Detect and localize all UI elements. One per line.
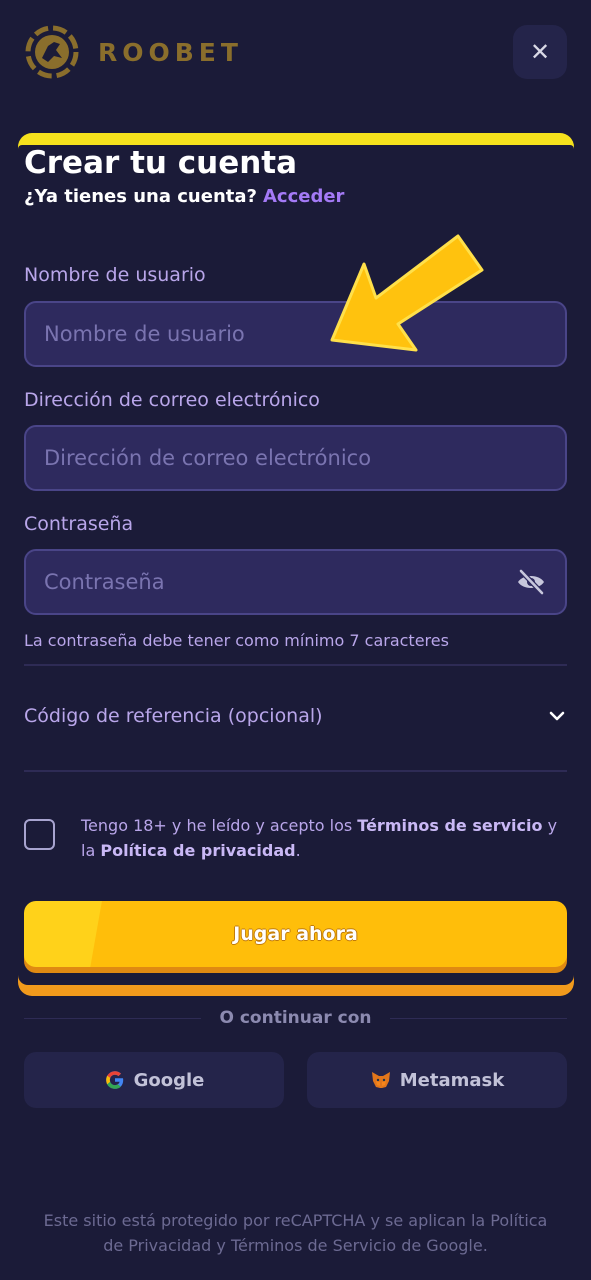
login-prompt: ¿Ya tienes una cuenta? Acceder (24, 186, 344, 207)
terms-text: Tengo 18+ y he leído y acepto los Términ… (81, 813, 567, 863)
login-link[interactable]: Acceder (263, 186, 344, 207)
email-input[interactable] (44, 446, 547, 470)
referral-code-label: Código de referencia (opcional) (24, 705, 323, 727)
password-input[interactable] (44, 570, 515, 594)
eye-off-icon[interactable] (515, 566, 547, 598)
password-hint: La contraseña debe tener como mínimo 7 c… (24, 631, 449, 650)
google-login-button[interactable]: Google (24, 1052, 284, 1108)
or-line-left (24, 1017, 202, 1019)
privacy-policy-link[interactable]: Política de privacidad (100, 841, 295, 860)
username-label: Nombre de usuario (24, 264, 206, 286)
play-now-button[interactable]: Jugar ahora (24, 901, 567, 967)
email-field-wrapper (24, 425, 567, 491)
metamask-login-label: Metamask (399, 1069, 505, 1091)
submit-button-wrapper: Jugar ahora (24, 901, 567, 973)
or-divider-text: O continuar con (219, 1008, 372, 1028)
google-icon (105, 1071, 123, 1089)
password-field-wrapper (24, 549, 567, 615)
recaptcha-notice-line-1: Este sitio está protegido por reCAPTCHA … (43, 1211, 548, 1230)
password-label: Contraseña (24, 513, 134, 535)
terms-prefix: Tengo 18+ y he leído y acepto los (81, 816, 353, 835)
google-login-label: Google (133, 1069, 205, 1091)
divider (24, 770, 567, 772)
terms-checkbox[interactable] (24, 819, 55, 850)
terms-suffix: . (295, 841, 301, 860)
or-line-right (389, 1017, 567, 1019)
chevron-down-icon (549, 711, 565, 721)
recaptcha-notice-line-2: de Privacidad y Términos de Servicio de … (103, 1236, 488, 1255)
metamask-fox-icon (371, 1072, 390, 1088)
email-label: Dirección de correo electrónico (24, 389, 320, 411)
referral-code-toggle[interactable]: Código de referencia (opcional) (24, 700, 567, 732)
brand-name: ROOBET (98, 37, 243, 67)
metamask-login-button[interactable]: Metamask (307, 1052, 567, 1108)
brand-logo[interactable]: ROOBET (24, 24, 243, 80)
recaptcha-notice: Este sitio está protegido por reCAPTCHA … (0, 1208, 591, 1258)
login-prompt-text: ¿Ya tienes una cuenta? (24, 186, 257, 207)
close-icon: ✕ (529, 38, 551, 66)
pointer-arrow-icon (330, 234, 484, 352)
terms-row: Tengo 18+ y he leído y acepto los Términ… (24, 813, 567, 863)
page-title: Crear tu cuenta (24, 145, 298, 181)
close-button[interactable]: ✕ (513, 25, 567, 79)
or-divider: O continuar con (24, 1008, 567, 1028)
roobet-kangaroo-logo-icon (25, 25, 79, 79)
divider (24, 664, 567, 666)
terms-of-service-link[interactable]: Términos de servicio (357, 816, 542, 835)
